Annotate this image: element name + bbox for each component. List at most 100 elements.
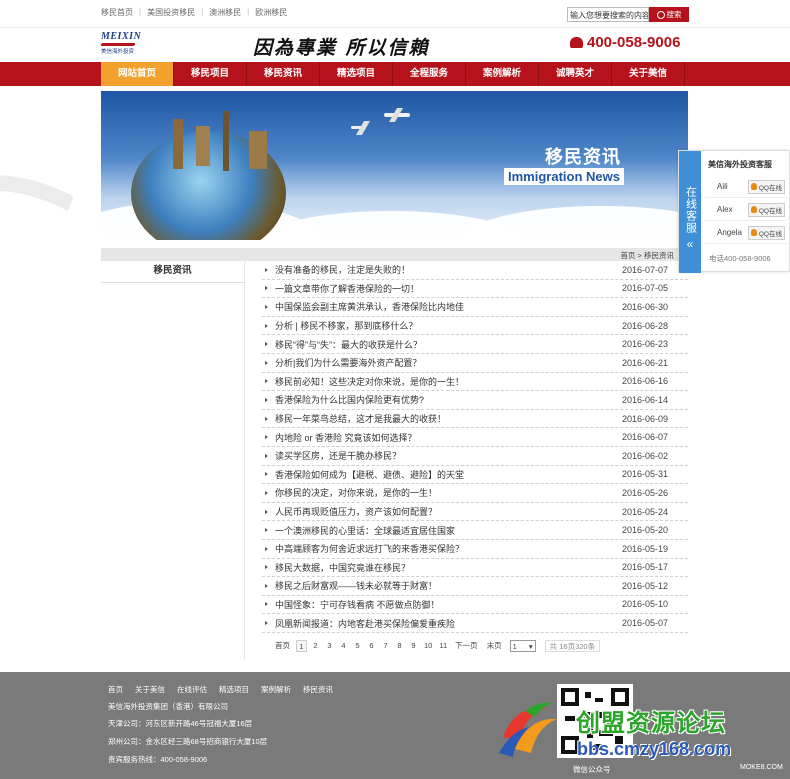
news-title[interactable]: 分析|我们为什么需要海外资产配置？	[275, 356, 622, 369]
separator: |	[139, 7, 142, 16]
watermark-moke: MOKE8.COM	[740, 764, 783, 771]
news-item[interactable]: 香港保险为什么比国内保险更有优势? 2016-06-14	[262, 391, 688, 410]
nav-item-services[interactable]: 全程服务	[393, 62, 466, 86]
service-tab[interactable]: 在线客服 «	[679, 151, 701, 273]
qq-online-button[interactable]: QQ在线	[747, 202, 785, 217]
top-link-australia[interactable]: 澳洲移民	[209, 7, 241, 18]
pager-page[interactable]: 2	[310, 640, 321, 652]
landmark-tower	[196, 126, 210, 166]
footer-link-about[interactable]: 关于美信	[135, 684, 165, 695]
pager-page[interactable]: 3	[324, 640, 335, 652]
pager-page[interactable]: 9	[408, 640, 419, 652]
bullet-arrow-icon	[265, 472, 268, 477]
news-item[interactable]: 分析|我们为什么需要海外资产配置？ 2016-06-21	[262, 354, 688, 373]
nav-item-about[interactable]: 关于美信	[612, 62, 685, 86]
news-item[interactable]: 没有准备的移民，注定是失败的！ 2016-07-07	[262, 261, 688, 280]
nav-item-featured[interactable]: 精选项目	[320, 62, 393, 86]
pager-page[interactable]: 8	[394, 640, 405, 652]
news-item[interactable]: 内地险 or 香港险 究竟该如何选择？ 2016-06-07	[262, 428, 688, 447]
news-item[interactable]: 分析 | 移民不移家，那到底移什么？ 2016-06-28	[262, 317, 688, 336]
cloud	[461, 206, 688, 240]
nav-item-careers[interactable]: 诚聘英才	[539, 62, 612, 86]
news-item[interactable]: 你移民的决定，对你来说，是你的一生！ 2016-05-26	[262, 484, 688, 503]
footer-link-cases[interactable]: 案例解析	[261, 684, 291, 695]
site-logo[interactable]: MEIXIN 美信海外投资	[100, 31, 141, 59]
news-item[interactable]: 中国怪象：宁可存钱看病 不愿做点防御！ 2016-05-10	[262, 596, 688, 615]
pager-last[interactable]: 末页	[484, 640, 505, 652]
news-item[interactable]: 移民大数据，中国究竟谁在移民？ 2016-05-17	[262, 559, 688, 578]
news-item[interactable]: 移民前必知！这些决定对你来说，是你的一生！ 2016-06-16	[262, 373, 688, 392]
bullet-arrow-icon	[265, 528, 268, 533]
nav-item-cases[interactable]: 案例解析	[466, 62, 539, 86]
news-item[interactable]: 中国保监会副主席黄洪承认，香港保险比内地佳 2016-06-30	[262, 298, 688, 317]
collapse-arrow-icon[interactable]: «	[687, 237, 694, 251]
news-item[interactable]: 香港保险如何成为【避税、避债、避险】的天堂 2016-05-31	[262, 466, 688, 485]
news-title[interactable]: 人民币再现贬值压力，资产该如何配置？	[275, 505, 622, 518]
qq-online-button[interactable]: QQ在线	[747, 225, 785, 240]
pager-next[interactable]: 下一页	[452, 640, 481, 652]
qq-online-button[interactable]: QQ在线	[747, 179, 785, 194]
news-title[interactable]: 一篇文章带你了解香港保险的一切！	[275, 282, 622, 295]
news-title[interactable]: 移民一年菜鸟总结，这才是我最大的收获！	[275, 412, 622, 425]
search-input[interactable]: 输入您想要搜索的内容	[567, 7, 649, 22]
news-title[interactable]: 移民之后财富观——钱未必就等于财富！	[275, 579, 622, 592]
news-title[interactable]: 你移民的决定，对你来说，是你的一生！	[275, 486, 622, 499]
news-item[interactable]: 移民一年菜鸟总结，这才是我最大的收获！ 2016-06-09	[262, 410, 688, 429]
pager-page[interactable]: 6	[366, 640, 377, 652]
news-title[interactable]: 内地险 or 香港险 究竟该如何选择？	[275, 431, 622, 444]
news-title[interactable]: 香港保险如何成为【避税、避债、避险】的天堂	[275, 468, 622, 481]
news-title[interactable]: 一个澳洲移民的心里话：全球最适宜居住国家	[275, 524, 622, 537]
breadcrumb-bar: 首页 > 移民资讯	[101, 248, 688, 261]
search-button[interactable]: 搜索	[649, 7, 689, 22]
pager-page[interactable]: 5	[352, 640, 363, 652]
nav-item-projects[interactable]: 移民项目	[174, 62, 247, 86]
news-item[interactable]: 人民币再现贬值压力，资产该如何配置？ 2016-05-24	[262, 503, 688, 522]
nav-item-home[interactable]: 网站首页	[101, 62, 174, 86]
bullet-arrow-icon	[265, 342, 268, 347]
news-item[interactable]: 一个澳洲移民的心里话：全球最适宜居住国家 2016-05-20	[262, 521, 688, 540]
pager-page[interactable]: 1	[296, 640, 307, 652]
page-select[interactable]: 1 ▾	[509, 640, 536, 652]
footer-link-home[interactable]: 首页	[108, 684, 123, 695]
top-link-europe[interactable]: 欧洲移民	[255, 7, 287, 18]
news-item[interactable]: 中高端顾客为何舍近求远打飞的来香港买保险？ 2016-05-19	[262, 540, 688, 559]
news-title[interactable]: 中国保监会副主席黄洪承认，香港保险比内地佳	[275, 300, 622, 313]
pager-first[interactable]: 首页	[272, 640, 293, 652]
news-title[interactable]: 移民前必知！这些决定对你来说，是你的一生！	[275, 375, 622, 388]
bullet-arrow-icon	[265, 565, 268, 570]
news-title[interactable]: 香港保险为什么比国内保险更有优势?	[275, 393, 622, 406]
news-item[interactable]: 读买学区房，还是干脆办移民？ 2016-06-02	[262, 447, 688, 466]
footer-company: 美信海外投资集团（香港）有限公司	[108, 702, 228, 711]
news-item[interactable]: 凤凰新闻报道：内地客赴港买保险偏爱重疾险 2016-05-07	[262, 614, 688, 633]
qq-status: QQ在线	[758, 207, 782, 215]
header-phone: 400-058-9006	[570, 34, 680, 51]
bullet-arrow-icon	[265, 323, 268, 328]
top-link-usa[interactable]: 美国投资移民	[147, 7, 195, 18]
news-item[interactable]: 移民“得”与“失”：最大的收获是什么？ 2016-06-23	[262, 335, 688, 354]
news-title[interactable]: 移民“得”与“失”：最大的收获是什么？	[275, 338, 622, 351]
news-date: 2016-05-12	[622, 580, 669, 591]
news-title[interactable]: 移民大数据，中国究竟谁在移民？	[275, 561, 622, 574]
pager-page[interactable]: 4	[338, 640, 349, 652]
news-item[interactable]: 一篇文章带你了解香港保险的一切！ 2016-07-05	[262, 280, 688, 299]
news-title[interactable]: 中高端顾客为何舍近求远打飞的来香港买保险？	[275, 542, 622, 555]
footer-link-assessment[interactable]: 在线评估	[177, 684, 207, 695]
nav-item-news[interactable]: 移民资讯	[247, 62, 320, 86]
news-title[interactable]: 凤凰新闻报道：内地客赴港买保险偏爱重疾险	[275, 617, 622, 630]
qq-penguin-icon	[750, 183, 757, 190]
news-title[interactable]: 读买学区房，还是干脆办移民？	[275, 449, 622, 462]
news-title[interactable]: 中国怪象：宁可存钱看病 不愿做点防御！	[275, 598, 622, 611]
qq-status: QQ在线	[758, 230, 782, 238]
breadcrumb[interactable]: 首页 > 移民资讯	[620, 250, 674, 261]
sidebar-title[interactable]: 移民资讯	[101, 261, 244, 283]
news-title[interactable]: 没有准备的移民，注定是失败的！	[275, 263, 622, 276]
news-title[interactable]: 分析 | 移民不移家，那到底移什么？	[275, 319, 622, 332]
pager-page[interactable]: 7	[380, 640, 391, 652]
pager-page[interactable]: 11	[437, 640, 449, 652]
pager-page[interactable]: 10	[422, 640, 434, 652]
news-date: 2016-05-17	[622, 562, 669, 573]
footer-link-featured[interactable]: 精选项目	[219, 684, 249, 695]
news-item[interactable]: 移民之后财富观——钱未必就等于财富！ 2016-05-12	[262, 577, 688, 596]
footer-link-news[interactable]: 移民资讯	[303, 684, 333, 695]
top-link-home[interactable]: 移民首页	[101, 7, 133, 18]
